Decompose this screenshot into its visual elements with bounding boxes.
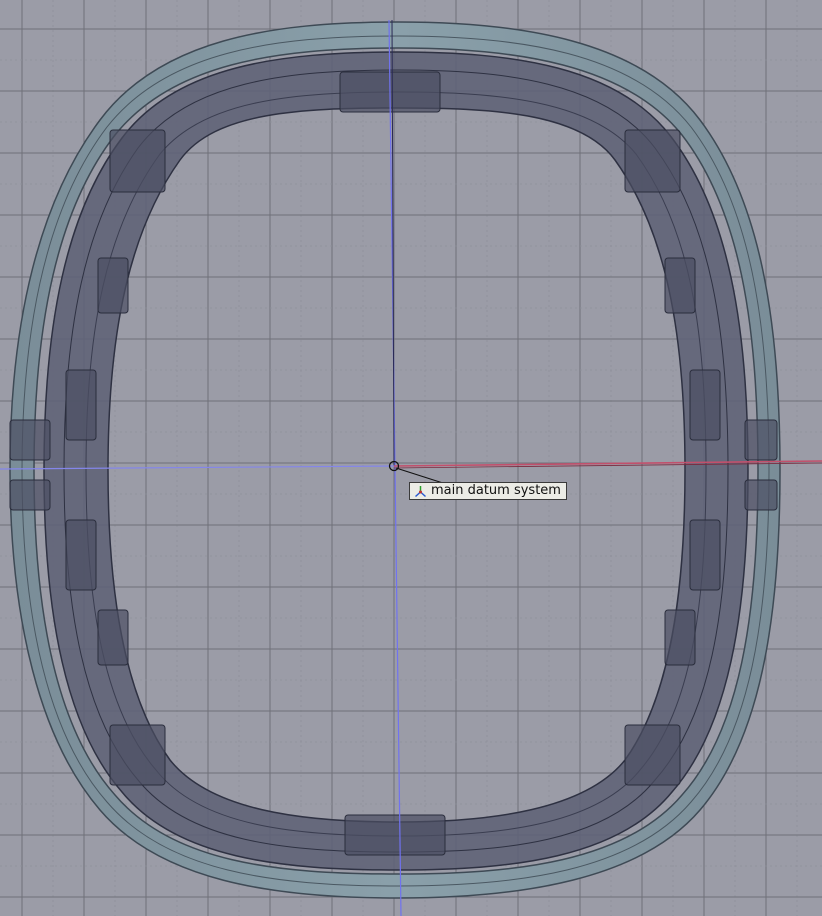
retention-tab	[744, 479, 778, 511]
model-scene[interactable]	[0, 0, 822, 916]
datum-label[interactable]: main datum system	[409, 482, 567, 500]
retention-tab	[9, 419, 51, 461]
retention-tab	[624, 724, 681, 786]
retention-tab	[109, 724, 166, 786]
retention-tab	[689, 369, 721, 441]
retention-tab	[344, 814, 446, 856]
3d-viewport[interactable]: main datum system	[0, 0, 822, 916]
retention-tab	[744, 419, 778, 461]
datum-axes-icon	[414, 485, 427, 497]
retention-tab	[65, 369, 97, 441]
retention-tab	[624, 129, 681, 193]
retention-tab	[664, 609, 696, 666]
retention-tab	[97, 257, 129, 314]
retention-tab	[97, 609, 129, 666]
retention-tab	[65, 519, 97, 591]
datum-label-text: main datum system	[431, 483, 561, 498]
retention-tab	[689, 519, 721, 591]
retention-tab	[109, 129, 166, 193]
retention-tab	[9, 479, 51, 511]
retention-tab	[664, 257, 696, 314]
